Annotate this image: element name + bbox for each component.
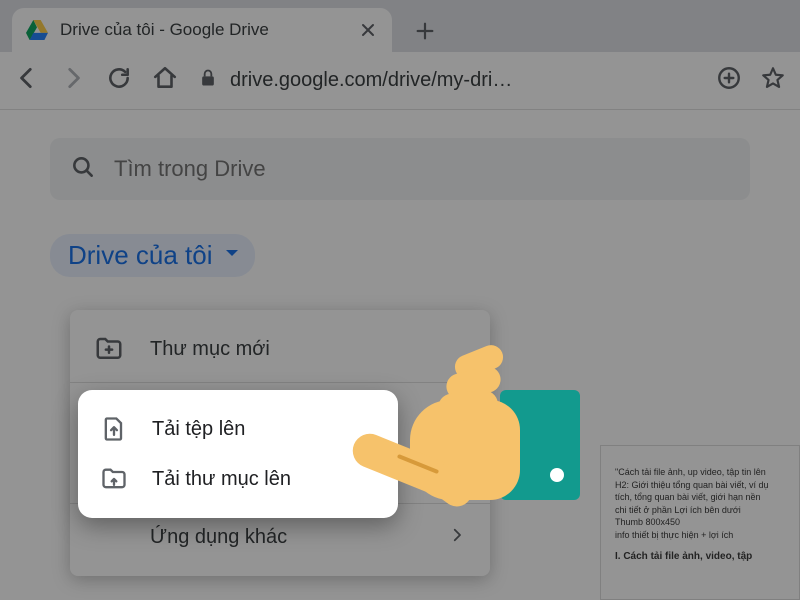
menu-item-upload-folder[interactable]: Tải thư mục lên	[78, 454, 398, 504]
highlighted-upload-options: Tải tệp lên Tải thư mục lên	[78, 390, 398, 518]
lock-icon	[198, 68, 218, 93]
zoom-add-icon[interactable]	[716, 65, 742, 96]
doc-line: "Cách tải file ảnh, up video, tập tin lê…	[615, 466, 785, 479]
file-upload-icon	[100, 415, 128, 443]
browser-toolbar: drive.google.com/drive/my-dri…	[0, 52, 800, 110]
tab-title: Drive của tôi - Google Drive	[60, 20, 346, 40]
bookmark-star-icon[interactable]	[760, 65, 786, 96]
chevron-right-icon	[448, 526, 466, 549]
my-drive-dropdown[interactable]: Drive của tôi	[50, 234, 255, 277]
menu-item-new-folder[interactable]: Thư mục mới	[70, 322, 490, 376]
new-folder-icon	[94, 334, 124, 364]
menu-item-more-apps[interactable]: Ứng dụng khác	[70, 510, 490, 564]
new-tab-button[interactable]	[408, 14, 442, 48]
chevron-down-icon	[223, 244, 241, 267]
reload-button[interactable]	[106, 65, 132, 96]
forward-button[interactable]	[60, 65, 86, 96]
menu-label: Ứng dụng khác	[150, 526, 422, 549]
doc-line: tích, tổng quan bài viết, giới hạn nền	[615, 491, 785, 504]
doc-line: Thumb 800x450	[615, 516, 785, 529]
doc-heading: I. Cách tải file ảnh, video, tập	[615, 550, 785, 564]
doc-line: chi tiết ở phần Lợi ích bên dưới	[615, 504, 785, 517]
back-button[interactable]	[14, 65, 40, 96]
menu-label: Tải tệp lên	[152, 418, 245, 441]
menu-label: Tải thư mục lên	[152, 468, 291, 491]
address-bar-text[interactable]: drive.google.com/drive/my-dri…	[230, 69, 512, 92]
breadcrumb-label: Drive của tôi	[68, 240, 213, 271]
doc-line: info thiết bị thực hiện + lợi ích	[615, 529, 785, 542]
folder-upload-icon	[100, 465, 128, 493]
menu-separator	[70, 382, 490, 383]
close-tab-icon[interactable]	[358, 20, 378, 40]
drive-search-bar[interactable]: Tìm trong Drive	[50, 138, 750, 200]
document-thumbnail[interactable]: "Cách tải file ảnh, up video, tập tin lê…	[600, 445, 800, 600]
search-placeholder: Tìm trong Drive	[114, 156, 266, 182]
menu-item-upload-file[interactable]: Tải tệp lên	[78, 404, 398, 454]
menu-label: Thư mục mới	[150, 338, 466, 361]
placeholder-icon	[94, 522, 124, 552]
browser-tab-active[interactable]: Drive của tôi - Google Drive	[12, 8, 392, 52]
browser-tabstrip: Drive của tôi - Google Drive	[0, 0, 800, 52]
google-drive-icon	[26, 20, 48, 40]
home-button[interactable]	[152, 65, 178, 96]
doc-line: H2: Giới thiệu tổng quan bài viết, ví dụ	[615, 479, 785, 492]
search-icon	[70, 154, 96, 185]
